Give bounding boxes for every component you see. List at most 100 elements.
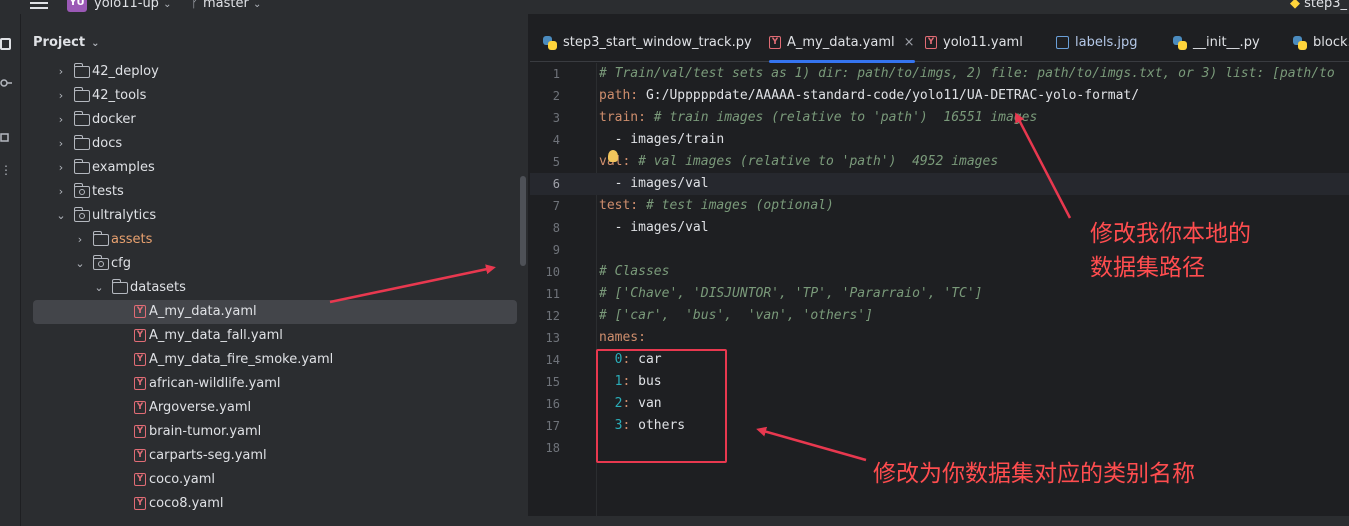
- folder-icon: [74, 135, 90, 150]
- tree-item[interactable]: › 42_tools: [21, 84, 528, 108]
- branch-switcher[interactable]: ᚠ master ⌄: [191, 0, 261, 11]
- chevron-right-icon[interactable]: ›: [55, 180, 67, 204]
- yaml-file-icon: Y: [134, 473, 146, 486]
- code-line[interactable]: 7 test: # test images (optional): [530, 195, 1349, 217]
- line-number: 14: [545, 353, 560, 367]
- code-line[interactable]: 4 - images/train: [530, 129, 1349, 151]
- project-badge[interactable]: YU: [67, 0, 87, 12]
- yaml-icon: Y: [769, 36, 781, 49]
- project-panel-header[interactable]: Project ⌄: [33, 35, 99, 50]
- yaml-file-icon: Y: [134, 401, 146, 414]
- editor-tab[interactable]: labels.jpg: [1056, 28, 1137, 62]
- line-number: 10: [545, 265, 560, 279]
- code-line[interactable]: 12 # ['car', 'bus', 'van', 'others']: [530, 305, 1349, 327]
- editor-tab[interactable]: block.py: [1293, 28, 1349, 62]
- editor-tab[interactable]: Y A_my_data.yaml ×: [769, 28, 915, 63]
- project-tool-icon[interactable]: [0, 38, 11, 50]
- tree-item[interactable]: Y A_my_data.yaml: [33, 300, 517, 324]
- code-line[interactable]: 11 # ['Chave', 'DISJUNTOR', 'TP', 'Pararr…: [530, 283, 1349, 305]
- chevron-right-icon[interactable]: ›: [55, 84, 67, 108]
- yaml-file-icon: Y: [134, 449, 146, 462]
- line-number: 15: [545, 375, 560, 389]
- chevron-down-icon[interactable]: ⌄: [74, 252, 86, 276]
- tree-item-label: examples: [92, 160, 155, 175]
- tab-label: __init__.py: [1193, 35, 1260, 50]
- code-line[interactable]: 10 # Classes: [530, 261, 1349, 283]
- project-switcher[interactable]: yolo11-up ⌄: [94, 0, 171, 11]
- code-text: test: # test images (optional): [599, 198, 834, 213]
- code-text: # Train/val/test sets as 1) dir: path/to…: [599, 66, 1335, 81]
- tree-item[interactable]: › examples: [21, 156, 528, 180]
- tree-item-label: assets: [111, 232, 153, 247]
- yaml-file-icon: Y: [134, 329, 146, 342]
- line-number: 16: [545, 397, 560, 411]
- tree-item[interactable]: Y A_my_data_fire_smoke.yaml: [21, 348, 528, 372]
- tree-item[interactable]: Yafrican-wildlife.yaml: [21, 372, 528, 396]
- tree-item[interactable]: › docs: [21, 132, 528, 156]
- tree-item[interactable]: Y A_my_data_fall.yaml: [21, 324, 528, 348]
- tab-label: labels.jpg: [1075, 35, 1138, 50]
- tree-item-label: cfg: [111, 256, 131, 271]
- chevron-right-icon[interactable]: ›: [55, 156, 67, 180]
- code-line[interactable]: 3 train: # train images (relative to 'pat…: [530, 107, 1349, 129]
- tree-item-label: carparts-seg.yaml: [149, 448, 267, 463]
- chevron-right-icon[interactable]: ›: [55, 108, 67, 132]
- horizontal-scrollbar[interactable]: [21, 516, 1349, 526]
- tree-item[interactable]: ⌄ ultralytics: [21, 204, 528, 228]
- commit-icon[interactable]: [0, 76, 14, 90]
- tree-item[interactable]: › tests: [21, 180, 528, 204]
- close-icon[interactable]: ×: [904, 35, 915, 50]
- editor-tab[interactable]: Yyolo11.yaml: [925, 28, 1023, 62]
- line-number: 8: [552, 221, 560, 235]
- line-number: 4: [552, 133, 560, 147]
- line-number: 7: [552, 199, 560, 213]
- chevron-right-icon[interactable]: ›: [74, 228, 86, 252]
- intention-bulb-icon[interactable]: [608, 150, 618, 162]
- code-line[interactable]: 13 names:: [530, 327, 1349, 349]
- line-number: 2: [552, 89, 560, 103]
- tree-item[interactable]: › docker: [21, 108, 528, 132]
- line-number: 1: [552, 67, 560, 81]
- tree-item-label: brain-tumor.yaml: [149, 424, 262, 439]
- chevron-down-icon[interactable]: ⌄: [55, 204, 67, 228]
- folder-icon: [74, 111, 90, 126]
- tree-item[interactable]: › 42_deploy: [21, 60, 528, 84]
- chevron-right-icon[interactable]: ›: [55, 60, 67, 84]
- code-text: # ['car', 'bus', 'van', 'others']: [599, 308, 873, 323]
- code-line[interactable]: 2 path: G:/Upppppdate/AAAAA-standard-code…: [530, 85, 1349, 107]
- main-menu-icon[interactable]: [30, 0, 48, 11]
- editor-tab[interactable]: step3_start_window_track.py: [543, 28, 752, 62]
- tree-scrollbar[interactable]: [520, 176, 526, 266]
- tree-item[interactable]: › assets: [21, 228, 528, 252]
- run-config[interactable]: ◆ step3_: [1290, 0, 1347, 11]
- code-text: # ['Chave', 'DISJUNTOR', 'TP', 'Pararrai…: [599, 286, 983, 301]
- tree-item[interactable]: Ycarparts-seg.yaml: [21, 444, 528, 468]
- editor-tab[interactable]: __init__.py: [1173, 28, 1260, 62]
- tree-item[interactable]: Ybrain-tumor.yaml: [21, 420, 528, 444]
- tree-item[interactable]: ⌄ datasets: [21, 276, 528, 300]
- tree-item-label: datasets: [130, 280, 186, 295]
- project-name: yolo11-up: [94, 0, 159, 11]
- tree-item[interactable]: ⌄ cfg: [21, 252, 528, 276]
- code-line[interactable]: 6 - images/val: [530, 173, 1349, 195]
- chevron-down-icon[interactable]: ⌄: [93, 276, 105, 300]
- editor-tabs: step3_start_window_track.py Y A_my_data.ya…: [530, 28, 1349, 63]
- more-icon[interactable]: ⋮: [0, 164, 14, 178]
- code-line[interactable]: 5 val: # val images (relative to 'path') …: [530, 151, 1349, 173]
- code-text: - images/train: [599, 132, 725, 147]
- tree-item[interactable]: Ycoco.yaml: [21, 468, 528, 492]
- ide-window: YU yolo11-up ⌄ ᚠ master ⌄ ◆ step3_ ⋮ Pro…: [0, 0, 1349, 526]
- code-line[interactable]: 1 # Train/val/test sets as 1) dir: path/t…: [530, 63, 1349, 85]
- chevron-right-icon[interactable]: ›: [55, 132, 67, 156]
- path-annotation-line1: 修改我你本地的: [1090, 221, 1251, 247]
- tree-item-label: coco.yaml: [149, 472, 216, 487]
- code-text: path: G:/Upppppdate/AAAAA-standard-code/…: [599, 88, 1140, 103]
- python-icon: [543, 35, 557, 50]
- tab-label: A_my_data.yaml: [787, 35, 895, 50]
- line-number: 5: [552, 155, 560, 169]
- package-folder-icon: [74, 207, 90, 222]
- structure-icon[interactable]: [0, 132, 14, 146]
- tree-item[interactable]: Ycoco8.yaml: [21, 492, 528, 516]
- tree-item[interactable]: Y Argoverse.yaml: [21, 396, 528, 420]
- path-annotation-line2: 数据集路径: [1090, 255, 1205, 281]
